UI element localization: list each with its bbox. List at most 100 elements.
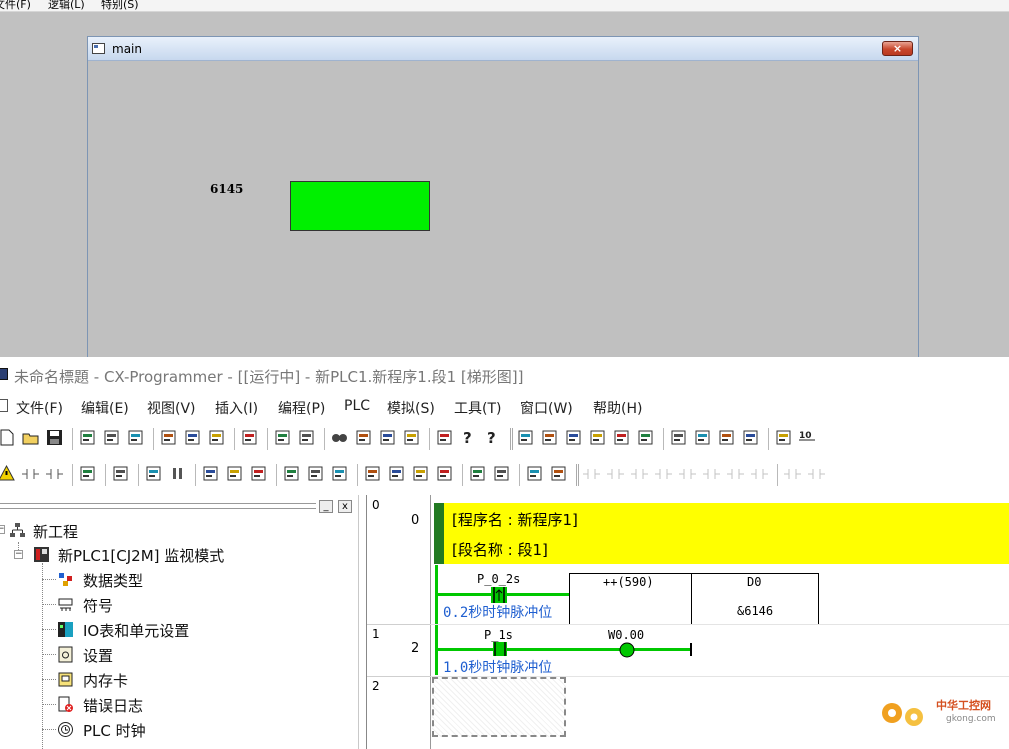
force-cancel-icon[interactable] [330,464,349,483]
online-sim-icon[interactable] [45,464,64,483]
tree-item-error-log[interactable]: 错误日志 [83,695,143,716]
radix-icon[interactable]: 10 [798,428,817,447]
contact-or-icon[interactable] [630,464,649,483]
hmi-menu-file[interactable]: 文件(F) [0,0,31,12]
hline-icon[interactable] [702,464,721,483]
panel-grip[interactable] [0,503,316,509]
function-block-icon[interactable] [717,428,736,447]
plc-info-icon[interactable] [468,464,487,483]
sim-start-icon[interactable] [525,464,544,483]
close-panel-button[interactable]: x [338,500,352,513]
preview-icon[interactable] [126,428,145,447]
ladder-view-icon[interactable] [516,428,535,447]
menu-tools[interactable]: 工具(T) [454,398,501,418]
menu-insert[interactable]: 插入(I) [215,398,258,418]
transfer-icon[interactable] [78,464,97,483]
tree-panel-header[interactable]: _ x [0,498,355,514]
screen-monitor-icon[interactable] [363,464,382,483]
paste-special-icon[interactable] [240,428,259,447]
save-icon[interactable] [45,428,64,447]
menu-program[interactable]: 编程(P) [278,398,325,418]
grid-icon[interactable] [774,428,793,447]
tree-item-data-types[interactable]: 数据类型 [83,570,143,591]
monitor-mode-icon[interactable] [111,464,130,483]
time-chart-icon[interactable] [387,464,406,483]
contact-no-icon[interactable] [582,464,601,483]
upload-icon[interactable] [201,464,220,483]
menu-view[interactable]: 视图(V) [147,398,196,418]
run-icon[interactable] [144,464,163,483]
compare-icon[interactable] [249,464,268,483]
ladder-editor[interactable]: 0 0 1 2 2 [程序名 : 新程序1] [段名称 : 段1] P_0_2s… [366,495,1009,749]
warning-online-icon[interactable] [0,464,16,483]
jump-icon[interactable] [807,464,826,483]
address-icon[interactable] [402,428,421,447]
toolbar-separator [576,464,579,486]
online-icon[interactable] [21,464,40,483]
io-table-icon [58,622,73,637]
mnemonic-view-icon[interactable] [540,428,559,447]
program-icon[interactable] [693,428,712,447]
tree-item-plc[interactable]: 新PLC1[CJ2M] 监视模式 [58,545,224,566]
coil-nc-icon[interactable] [750,464,769,483]
menu-window[interactable]: 窗口(W) [520,398,573,418]
force-on-icon[interactable] [282,464,301,483]
pause-icon[interactable] [168,464,187,483]
context-help-icon[interactable]: ? [483,428,502,447]
menu-help[interactable]: 帮助(H) [593,398,642,418]
hmi-menu-logic[interactable]: 逻辑(L) [48,0,85,12]
redo-icon[interactable] [297,428,316,447]
cross-ref-icon[interactable] [378,428,397,447]
menu-edit[interactable]: 编辑(E) [81,398,129,418]
find-icon[interactable] [330,428,349,447]
menu-simulate[interactable]: 模拟(S) [387,398,435,418]
download-icon[interactable] [225,464,244,483]
expand-project-toggle[interactable]: − [0,525,5,534]
copy-icon[interactable] [183,428,202,447]
data-trace-icon[interactable] [411,464,430,483]
contact-or-nc-icon[interactable] [654,464,673,483]
replace-icon[interactable] [354,428,373,447]
coil-icon[interactable] [726,464,745,483]
watch-icon[interactable] [588,428,607,447]
help-icon[interactable]: ? [459,428,478,447]
symbol-table-icon[interactable] [669,428,688,447]
paste-icon[interactable] [207,428,226,447]
tree-item-memory-card[interactable]: 内存卡 [83,670,128,691]
contact-nc-icon[interactable] [606,464,625,483]
main-window-titlebar[interactable]: main × [88,37,918,61]
hmi-menu-special[interactable]: 特别(S) [101,0,139,12]
data-trace2-icon[interactable] [435,464,454,483]
undo-icon[interactable] [273,428,292,447]
rung2-contact[interactable] [491,640,509,658]
menu-file[interactable]: 文件(F) [16,398,63,418]
vline-icon[interactable] [678,464,697,483]
memory-icon[interactable] [741,428,760,447]
properties-icon[interactable] [435,428,454,447]
settings-icon[interactable] [636,428,655,447]
cursor-selection-box[interactable] [432,677,566,737]
tree-item-io-table[interactable]: IO表和单元设置 [83,620,189,641]
close-button[interactable]: × [882,41,913,56]
cut-icon[interactable] [159,428,178,447]
menu-plc[interactable]: PLC [344,398,370,414]
tree-item-plc-clock[interactable]: PLC 时钟 [83,720,146,741]
tree-item-settings[interactable]: 设置 [83,645,113,666]
print-icon[interactable] [102,428,121,447]
minimize-panel-button[interactable]: _ [319,500,333,513]
monitor-icon[interactable] [564,428,583,447]
force-off-icon[interactable] [306,464,325,483]
tree-item-project[interactable]: 新工程 [33,521,78,542]
expand-plc-toggle[interactable]: − [14,550,23,559]
new-icon[interactable] [0,428,16,447]
tree-item-symbols[interactable]: 符号 [83,595,113,616]
sim-stop-icon[interactable] [549,464,568,483]
io-table-icon[interactable] [612,428,631,447]
rung2-output-coil[interactable] [618,641,636,659]
instruction-icon[interactable] [783,464,802,483]
print-preview-icon[interactable] [78,428,97,447]
cycle-time-icon[interactable] [492,464,511,483]
toolbar-separator [267,428,268,450]
program-header-block[interactable]: [程序名 : 新程序1] [段名称 : 段1] [434,503,1009,564]
open-icon[interactable] [21,428,40,447]
